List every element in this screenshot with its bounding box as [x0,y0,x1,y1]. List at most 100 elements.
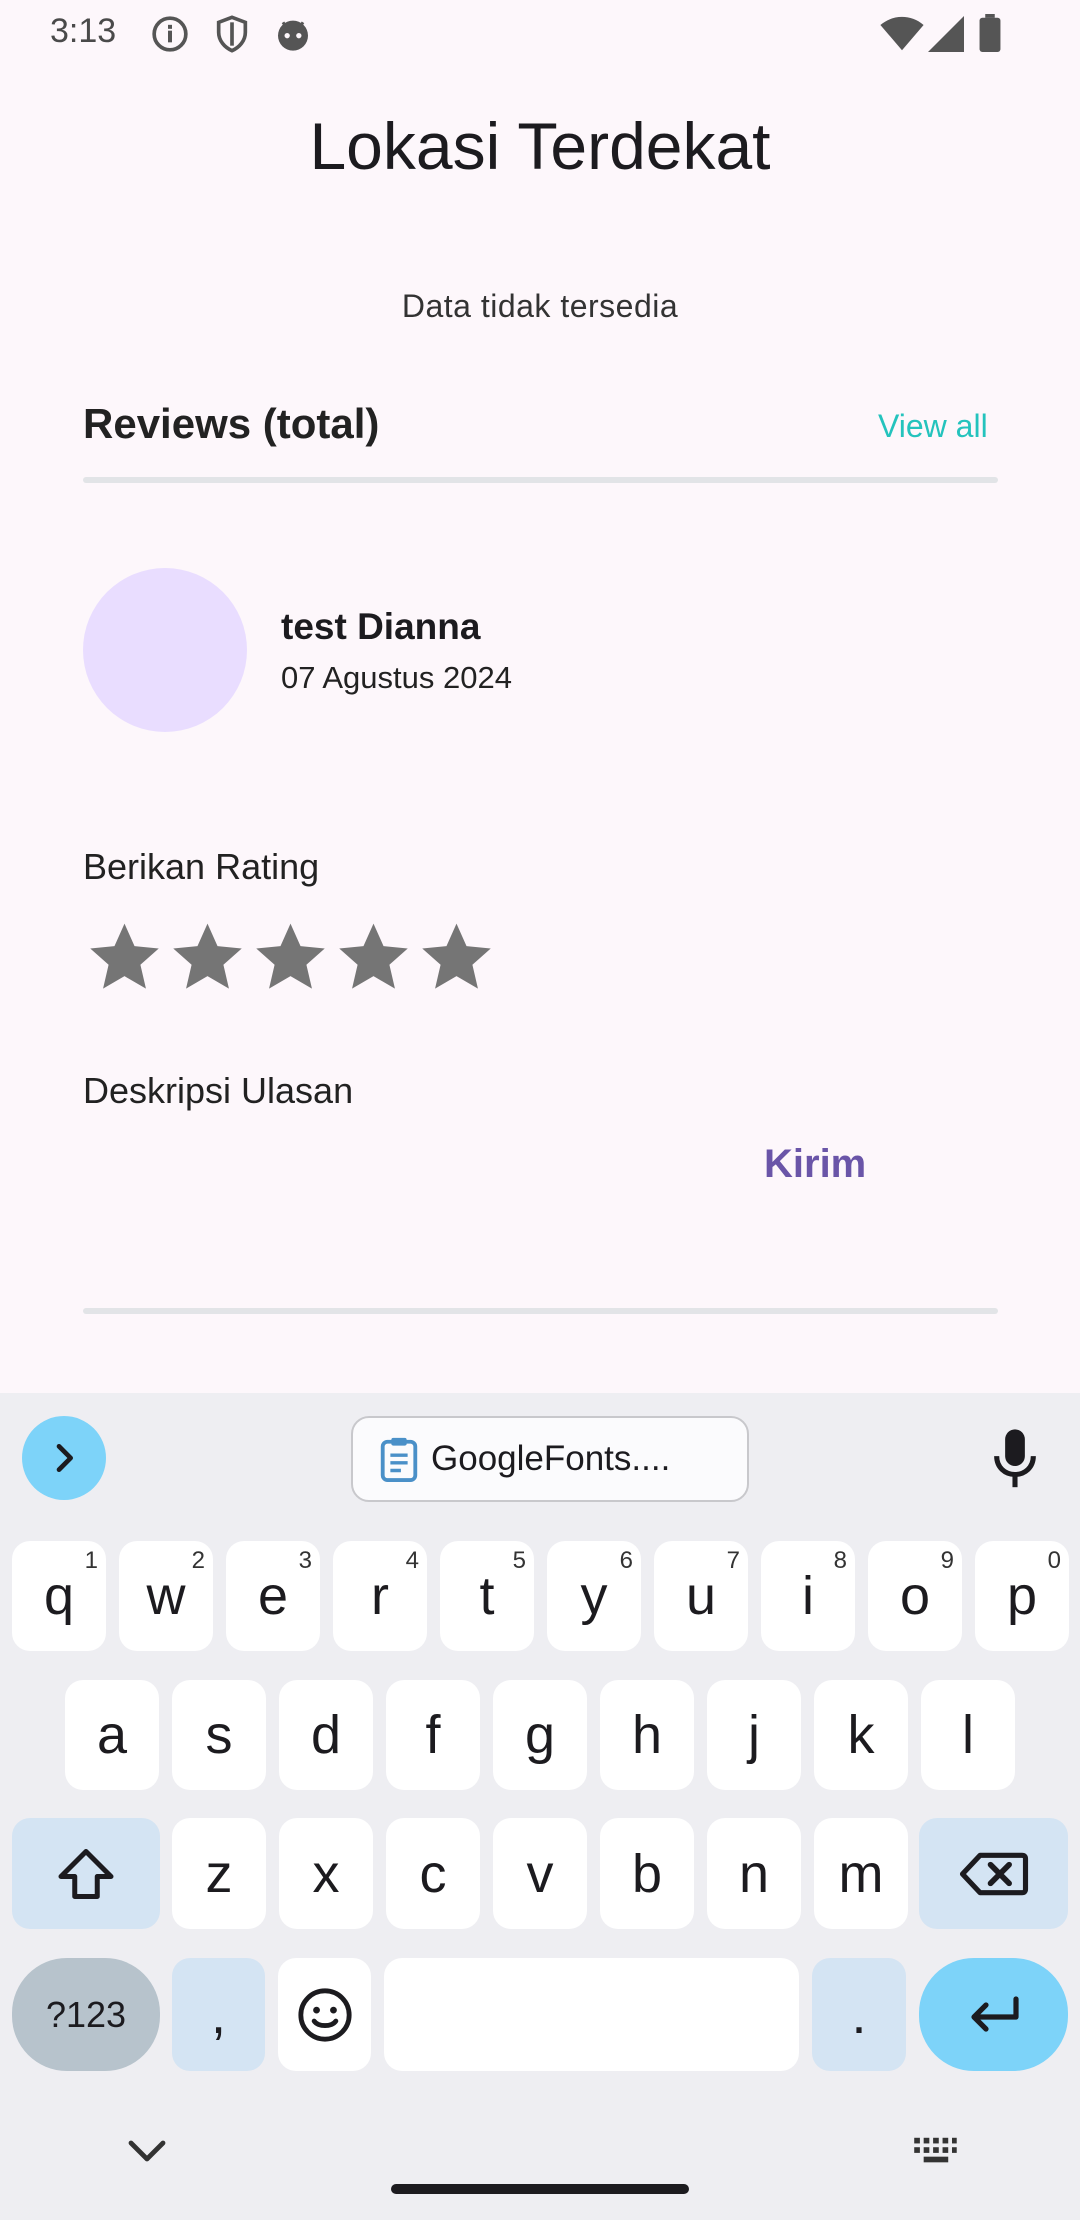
description-input[interactable] [83,1120,743,1300]
key-label: q [43,1566,75,1626]
key-hint: 5 [512,1547,526,1574]
key-t[interactable]: t5 [440,1541,534,1651]
key-label: o [899,1566,931,1626]
key-label: c [419,1843,447,1904]
reviews-divider [83,477,998,483]
star-icon[interactable] [166,916,249,999]
key-hint: 8 [833,1547,847,1574]
reviewer-name: test Dianna [281,606,481,647]
key-hint: 3 [298,1547,312,1574]
star-icon[interactable] [332,916,415,999]
key-q[interactable]: q1 [12,1541,106,1651]
key-label: x [312,1843,340,1904]
key-hint: 6 [619,1547,633,1574]
reviews-heading: Reviews (total) [83,400,380,447]
key-d[interactable]: d [279,1680,373,1790]
key-k[interactable]: k [814,1680,908,1790]
soft-keyboard [0,1393,1080,2220]
key-p[interactable]: p0 [975,1541,1069,1651]
key-label: e [257,1566,289,1626]
chevron-down-icon[interactable] [127,2136,167,2166]
key-hint: 2 [191,1547,205,1574]
star-icon[interactable] [415,916,498,999]
backspace-icon [959,1852,1028,1895]
key-hint: 4 [405,1547,419,1574]
key-z[interactable]: z [172,1818,266,1929]
shift-key[interactable] [12,1818,160,1929]
description-label: Deskripsi Ulasan [83,1070,354,1111]
key-label: r [371,1566,389,1626]
clipboard-icon [380,1437,418,1482]
key-hint: 1 [84,1547,98,1574]
key-j[interactable]: j [707,1680,801,1790]
key-x[interactable]: x [279,1818,373,1929]
keyboard-expand-button[interactable] [22,1416,106,1500]
battery-icon [979,14,1001,52]
key-o[interactable]: o9 [868,1541,962,1651]
key-label: i [802,1566,814,1626]
status-time: 3:13 [50,12,117,50]
comma-key[interactable]: , [172,1958,265,2071]
key-label: a [96,1705,128,1765]
key-g[interactable]: g [493,1680,587,1790]
android-icon [278,20,308,51]
comma-key-label: , [210,1984,226,2045]
star-icon[interactable] [249,916,332,999]
key-label: p [1006,1566,1038,1626]
page-title: Lokasi Terdekat [309,109,771,183]
key-m[interactable]: m [814,1818,908,1929]
view-all-link[interactable]: View all [878,408,988,445]
key-b[interactable]: b [600,1818,694,1929]
key-v[interactable]: v [493,1818,587,1929]
key-label: f [425,1705,441,1765]
home-indicator[interactable] [391,2184,689,2194]
key-label: t [479,1566,495,1626]
key-label: m [838,1843,884,1904]
key-n[interactable]: n [707,1818,801,1929]
key-w[interactable]: w2 [119,1541,213,1651]
key-c[interactable]: c [386,1818,480,1929]
rating-stars [83,916,498,999]
key-h[interactable]: h [600,1680,694,1790]
submit-button[interactable]: Kirim [764,1142,866,1187]
clipboard-suggestion-chip[interactable]: GoogleFonts.... [351,1416,749,1502]
info-icon [152,16,188,52]
key-label: s [205,1705,233,1765]
emoji-key[interactable] [278,1958,371,2071]
key-y[interactable]: y6 [547,1541,641,1651]
key-a[interactable]: a [65,1680,159,1790]
symbols-key-label: ?123 [45,1993,127,2035]
key-label: g [524,1705,556,1765]
space-key[interactable] [384,1958,799,2071]
key-label: v [526,1843,554,1904]
key-f[interactable]: f [386,1680,480,1790]
key-i[interactable]: i8 [761,1541,855,1651]
cellular-icon [928,16,964,52]
key-s[interactable]: s [172,1680,266,1790]
clipboard-chip-label: GoogleFonts.... [431,1439,671,1478]
key-label: y [580,1566,608,1626]
key-label: n [738,1843,770,1904]
period-key[interactable]: . [812,1958,906,2071]
key-label: h [631,1705,663,1765]
key-hint: 7 [726,1547,740,1574]
key-l[interactable]: l [921,1680,1015,1790]
enter-key[interactable] [919,1958,1068,2071]
key-label: b [631,1843,663,1904]
key-u[interactable]: u7 [654,1541,748,1651]
emoji-icon [297,1987,352,2042]
key-label: z [205,1843,233,1904]
key-e[interactable]: e3 [226,1541,320,1651]
star-icon[interactable] [83,916,166,999]
keyboard-switch-icon[interactable] [912,2134,958,2168]
period-key-label: . [851,1984,867,2045]
symbols-key[interactable]: ?123 [12,1958,160,2071]
wifi-icon [880,16,924,51]
key-label: j [748,1705,760,1765]
backspace-key[interactable] [919,1818,1068,1929]
microphone-icon[interactable] [990,1428,1040,1490]
review-date: 07 Agustus 2024 [281,660,512,695]
empty-state-message: Data tidak tersedia [401,288,679,324]
shift-icon [58,1848,114,1899]
key-r[interactable]: r4 [333,1541,427,1651]
